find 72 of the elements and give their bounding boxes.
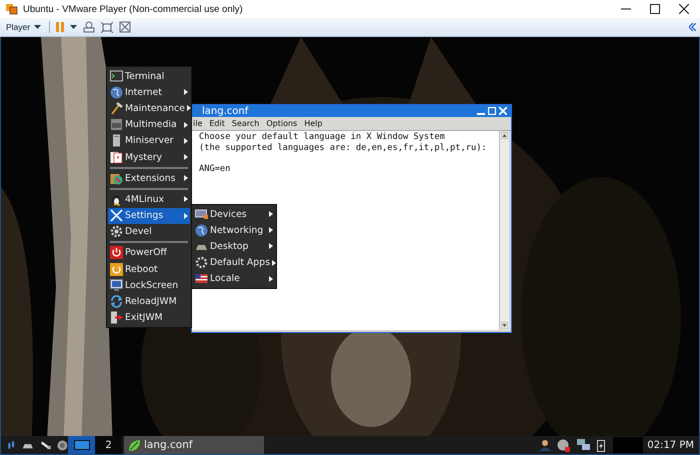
menu-item[interactable]: Search <box>232 119 260 128</box>
app-icon <box>6 3 18 15</box>
disk-icon[interactable] <box>557 438 572 452</box>
speaker-icon[interactable] <box>57 438 68 452</box>
menu-item[interactable]: Devices <box>193 206 275 222</box>
menu-item[interactable]: Options <box>266 119 298 128</box>
window-icon <box>74 440 90 450</box>
workspace-button[interactable] <box>68 436 95 454</box>
terminal-icon <box>110 70 123 83</box>
dropdown-icon <box>34 25 42 29</box>
text-line: (the supported languages are: de,en,es,fr,it,pl,pt,ru): <box>199 142 488 153</box>
penguin-icon <box>110 192 123 206</box>
network-icon[interactable] <box>577 439 592 451</box>
menu-item[interactable]: Reboot <box>108 261 190 278</box>
text-line: Choose your default language in X Window System <box>199 132 446 142</box>
menu-item[interactable]: Miniserver <box>108 132 190 149</box>
window-title: Ubuntu - VMware Player (Non-commercial use only) <box>23 4 244 14</box>
monitor-icon <box>110 278 123 292</box>
menu-item[interactable]: Mystery <box>108 148 190 166</box>
menu-item[interactable]: 4MLinux <box>108 191 190 208</box>
menu-item[interactable]: Default Apps <box>193 254 275 271</box>
menu-item[interactable]: Maintenance <box>108 100 190 117</box>
scroll-down-icon[interactable] <box>501 322 508 329</box>
power-icon <box>110 246 123 260</box>
fullscreen-icon[interactable] <box>101 22 114 32</box>
exit-icon <box>110 311 123 324</box>
extensions-icon <box>110 172 123 185</box>
menu-item[interactable]: Terminal <box>108 68 190 84</box>
chevron-left-icon[interactable] <box>689 23 696 31</box>
server-icon <box>110 134 123 148</box>
cards-icon <box>110 150 123 164</box>
menu-item[interactable]: Extensions <box>108 170 190 186</box>
menu-item[interactable]: Edit <box>209 119 225 128</box>
text-line: ANG=en <box>199 164 232 174</box>
menu-item[interactable]: Multimedia <box>108 116 190 133</box>
menu-item[interactable]: ExitJWM <box>108 310 190 326</box>
feet-icon[interactable] <box>6 439 16 451</box>
maximize-icon[interactable] <box>650 4 660 14</box>
gear-icon <box>110 225 123 238</box>
menu-item[interactable]: Internet <box>108 84 190 100</box>
menu-item[interactable]: Locale <box>193 270 275 287</box>
globe-icon <box>110 86 123 99</box>
reboot-icon <box>110 262 123 276</box>
close-icon[interactable] <box>679 4 689 14</box>
task-button[interactable]: lang.conf <box>124 436 264 454</box>
menu-item[interactable]: Settings <box>108 208 190 224</box>
window-title: lang.conf <box>202 106 250 116</box>
refresh-icon <box>110 295 123 308</box>
battery-icon[interactable] <box>597 438 606 452</box>
tools-icon <box>110 209 123 222</box>
menu-item[interactable]: Devel <box>108 224 190 240</box>
flag-icon <box>195 272 208 286</box>
menu-item[interactable]: Desktop <box>193 238 275 255</box>
menu-item[interactable]: ReloadJWM <box>108 293 190 310</box>
globe-icon <box>195 224 208 237</box>
workspace-button[interactable]: 2 <box>95 436 122 454</box>
dropdown-icon[interactable] <box>70 25 78 29</box>
user-icon[interactable] <box>539 439 552 451</box>
menu-item[interactable]: Help <box>304 119 322 128</box>
menu-item[interactable]: LockScreen <box>108 277 190 294</box>
leaf-icon <box>128 438 141 452</box>
hammer-icon <box>110 102 123 115</box>
menu-item[interactable]: PowerOff <box>108 244 190 262</box>
gear-icon <box>195 256 208 270</box>
tray-panel <box>613 437 644 453</box>
player-menu[interactable]: Player <box>4 22 44 32</box>
scroll-up-icon[interactable] <box>501 132 508 139</box>
scrollbar[interactable] <box>499 131 509 330</box>
menu-item[interactable]: ile <box>193 119 202 128</box>
clock: 02:17 PM <box>646 440 695 450</box>
menu-item[interactable]: Networking <box>193 222 275 238</box>
multimedia-icon <box>110 118 123 132</box>
